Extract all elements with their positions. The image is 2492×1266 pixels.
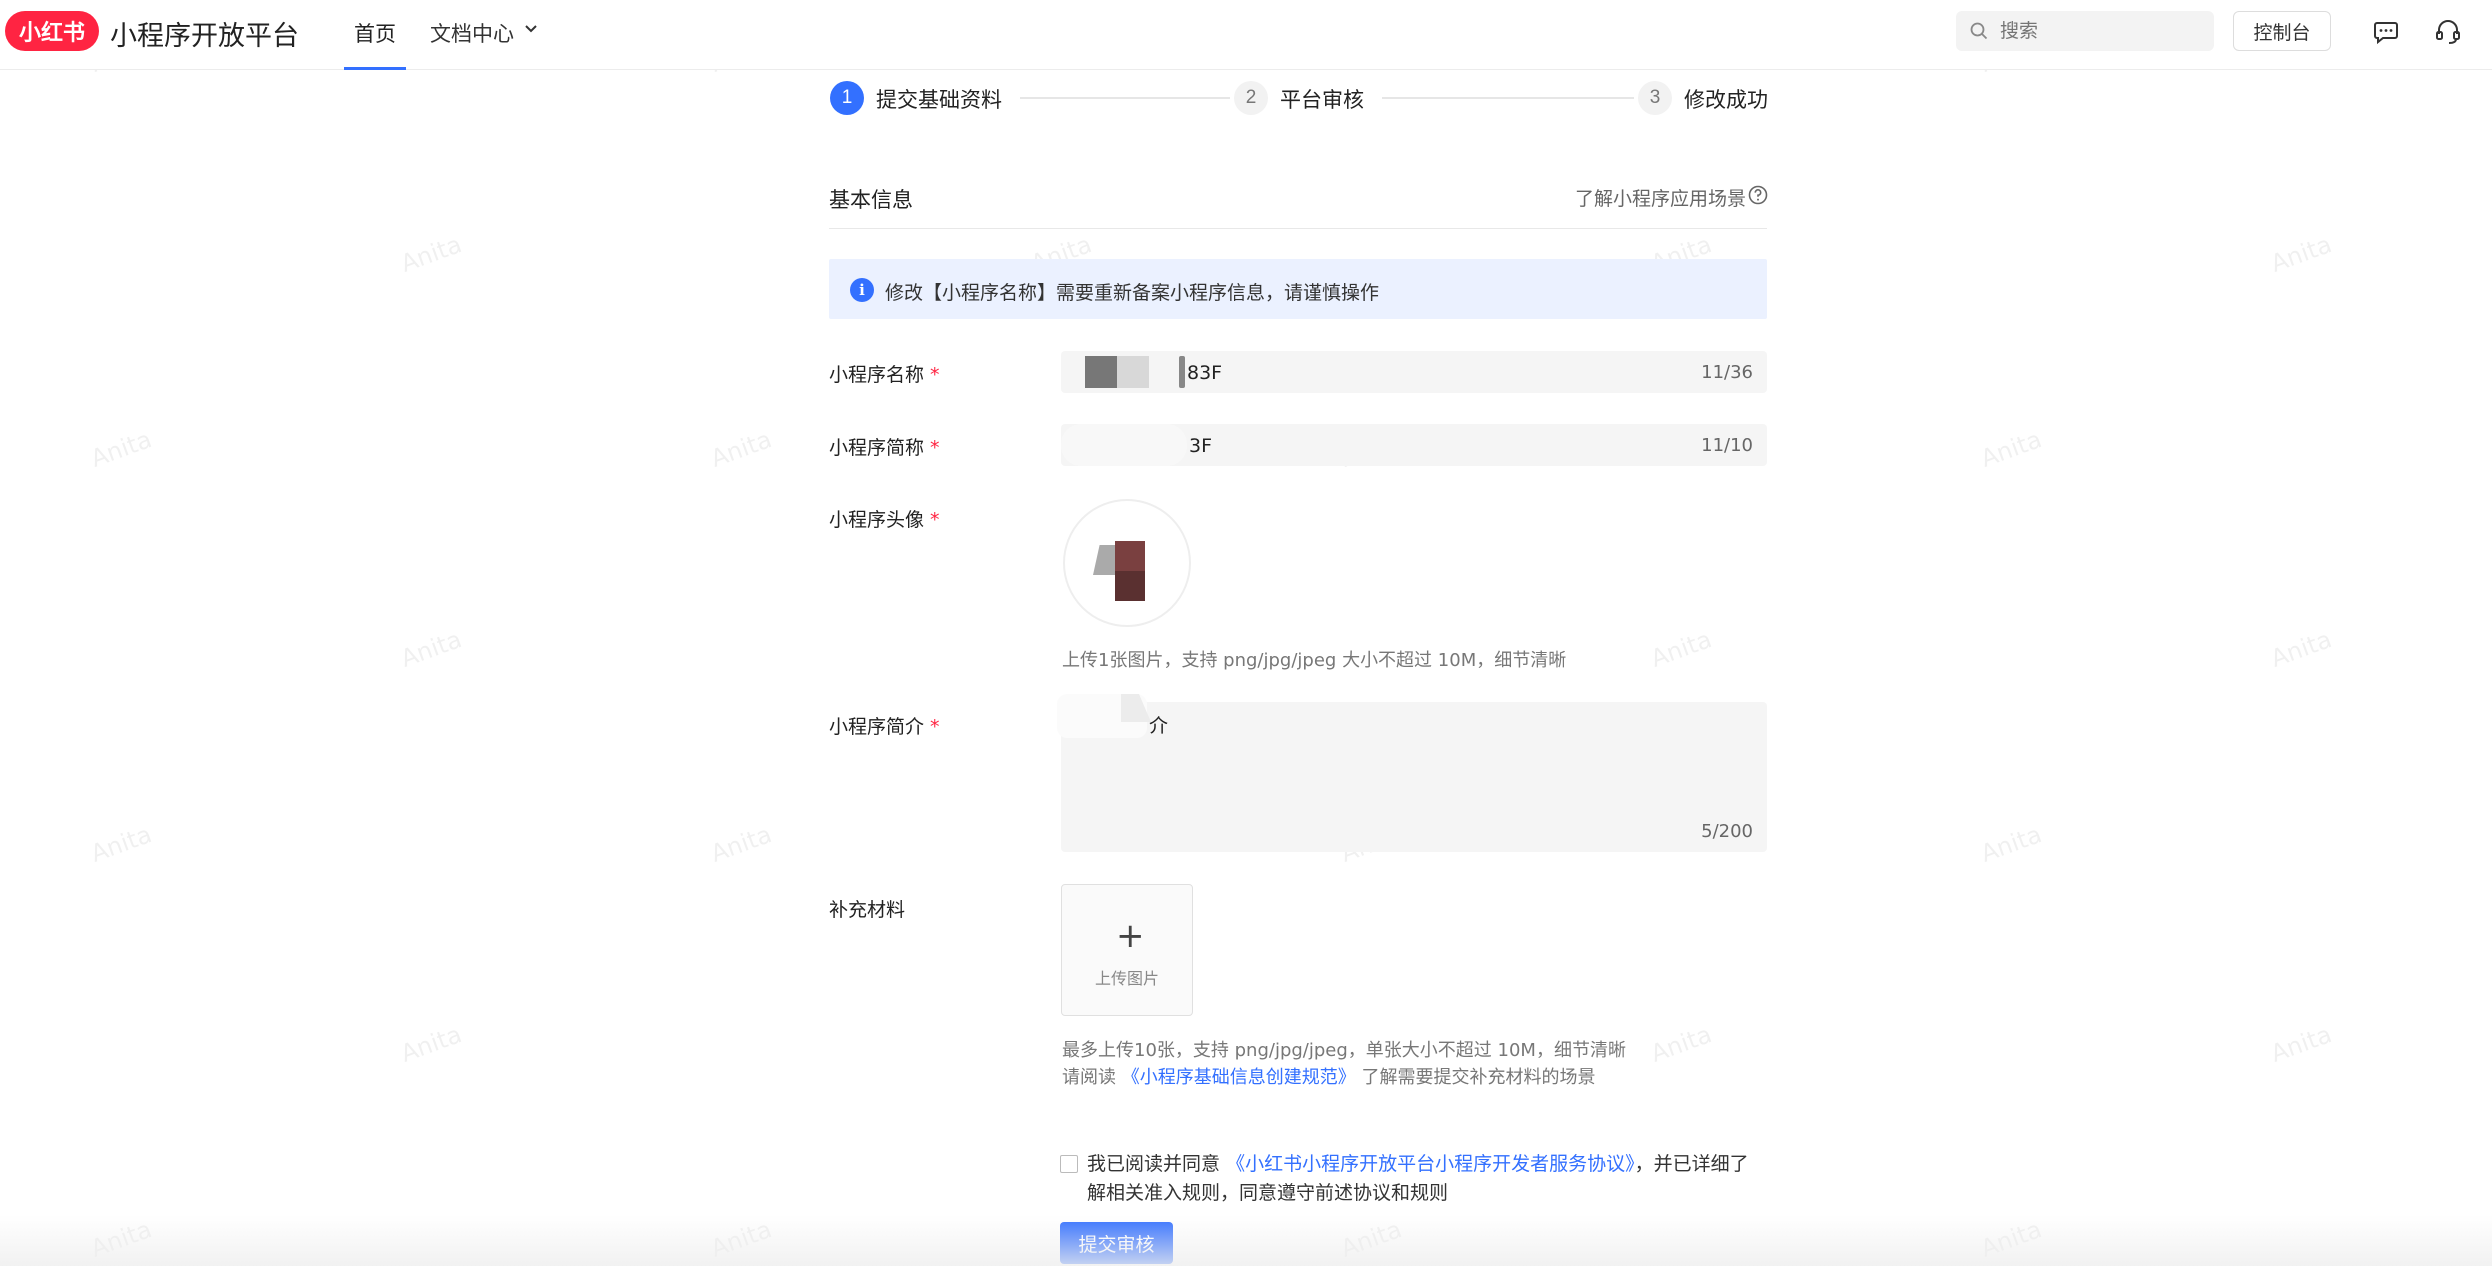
watermark: Anita <box>87 1215 156 1263</box>
watermark: Anita <box>2267 625 2336 673</box>
intro-value: 介 <box>1149 715 1169 737</box>
avatar-image-part <box>1101 575 1115 601</box>
bottom-shade <box>0 1215 2492 1266</box>
watermark: Anita <box>707 425 776 473</box>
section-divider <box>829 228 1767 229</box>
avatar-hint: 上传1张图片，支持 png/jpg/jpeg 大小不超过 10M，细节清晰 <box>1062 650 1567 671</box>
materials-label: 补充材料 <box>829 899 906 921</box>
avatar-label: 小程序头像 * <box>829 509 940 531</box>
watermark: Anita <box>397 1020 466 1068</box>
watermark: Anita <box>2267 1020 2336 1068</box>
upload-label: 上传图片 <box>1094 969 1159 988</box>
name-label: 小程序名称 * <box>829 364 940 386</box>
step-connector <box>1382 97 1634 99</box>
step-3-label: 修改成功 <box>1684 88 1768 112</box>
agreement-text: 我已阅读并同意 《小红书小程序开放平台小程序开发者服务协议》，并已详细了解相关准… <box>1087 1153 1749 1204</box>
info-icon: i <box>850 278 874 302</box>
short-name-label: 小程序简称 * <box>829 437 940 459</box>
watermark: Anita <box>87 820 156 868</box>
required-mark: * <box>930 364 940 386</box>
nav-docs[interactable]: 文档中心 <box>430 18 514 48</box>
console-button[interactable]: 控制台 <box>2233 11 2331 51</box>
redacted-block <box>1061 424 1187 466</box>
step-3-number: 3 <box>1638 81 1672 115</box>
notice-text: 修改【小程序名称】需要重新备案小程序信息，请谨慎操作 <box>885 282 1380 304</box>
submit-review-button[interactable]: 提交审核 <box>1060 1222 1173 1264</box>
step-1-number: 1 <box>830 81 864 115</box>
required-mark: * <box>930 716 940 738</box>
creation-spec-link[interactable]: 《小程序基础信息创建规范》 <box>1122 1067 1356 1088</box>
plus-icon: + <box>1116 916 1145 956</box>
info-notice: i 修改【小程序名称】需要重新备案小程序信息，请谨慎操作 <box>829 259 1767 319</box>
step-2-number: 2 <box>1234 81 1268 115</box>
nav-active-indicator <box>344 67 406 70</box>
avatar-upload[interactable] <box>1063 499 1191 627</box>
brand-title[interactable]: 小程序开放平台 <box>110 14 299 53</box>
watermark: Anita <box>1977 820 2046 868</box>
intro-textarea[interactable]: 介 5/200 <box>1057 694 1767 852</box>
watermark: Anita <box>707 820 776 868</box>
materials-hint: 最多上传10张，支持 png/jpg/jpeg，单张大小不超过 10M，细节清晰 <box>1062 1040 1626 1061</box>
watermark: Anita <box>397 230 466 278</box>
watermark: Anita <box>87 425 156 473</box>
top-header: 小红书 小程序开放平台 首页 文档中心 控制台 <box>0 0 2492 70</box>
brand-logo[interactable]: 小红书 <box>5 11 99 51</box>
watermark: Anita <box>1337 1215 1406 1263</box>
avatar-image-part <box>1115 571 1145 601</box>
watermark: Anita <box>2267 230 2336 278</box>
required-mark: * <box>930 437 940 459</box>
short-name-input[interactable]: 3F 11/10 <box>1061 424 1767 466</box>
watermark: Anita <box>1647 625 1716 673</box>
step-2-label: 平台审核 <box>1280 88 1364 112</box>
name-value: 83F <box>1187 362 1223 384</box>
watermark: Anita <box>707 1215 776 1263</box>
message-icon[interactable] <box>2372 18 2400 46</box>
intro-char-count: 5/200 <box>1701 821 1753 842</box>
search-input[interactable] <box>2000 17 2200 45</box>
search-box[interactable] <box>1956 11 2214 51</box>
avatar-image-part <box>1093 545 1115 575</box>
required-mark: * <box>930 509 940 531</box>
customer-service-icon[interactable] <box>2434 18 2462 46</box>
materials-guide: 请阅读 《小程序基础信息创建规范》 了解需要提交补充材料的场景 <box>1062 1067 1596 1088</box>
step-1-label: 提交基础资料 <box>876 88 1002 112</box>
avatar-image-part <box>1115 541 1145 571</box>
watermark: Anita <box>1977 1215 2046 1263</box>
upload-image-button[interactable]: + 上传图片 <box>1061 884 1193 1016</box>
nav-home[interactable]: 首页 <box>354 18 396 48</box>
section-title: 基本信息 <box>829 188 913 212</box>
step-connector <box>1020 97 1230 99</box>
intro-label: 小程序简介 * <box>829 716 940 738</box>
agreement-checkbox[interactable] <box>1060 1155 1078 1173</box>
watermark: Anita <box>397 625 466 673</box>
app-scenarios-link[interactable]: 了解小程序应用场景 <box>1575 184 1746 211</box>
redacted-block <box>1179 356 1185 388</box>
chevron-down-icon[interactable] <box>524 22 538 36</box>
service-agreement-link[interactable]: 《小红书小程序开放平台小程序开发者服务协议》 <box>1226 1153 1635 1175</box>
search-icon <box>1970 22 1988 40</box>
watermark: Anita <box>1647 1020 1716 1068</box>
short-name-value: 3F <box>1189 435 1213 457</box>
name-char-count: 11/36 <box>1701 362 1753 383</box>
redacted-block <box>1085 356 1117 388</box>
watermark: Anita <box>1977 425 2046 473</box>
short-name-char-count: 11/10 <box>1701 435 1753 456</box>
redacted-block <box>1117 356 1149 388</box>
help-icon[interactable] <box>1748 185 1768 205</box>
name-input[interactable]: 83F 11/36 <box>1061 351 1767 393</box>
